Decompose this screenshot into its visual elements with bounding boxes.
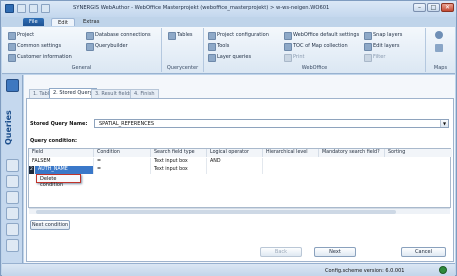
ribbon-group-weboffice: Project configuration Tools Layer querie… (204, 28, 426, 72)
sidebar-edit-icon[interactable] (6, 191, 19, 204)
ribbon-snap-layers-button[interactable]: Snap layers (364, 31, 402, 40)
stored-query-name-value: SPATIAL_REFERENCES (99, 121, 155, 127)
ribbon-print-button[interactable]: Print (284, 53, 305, 62)
quick-access-dropdown-icon[interactable] (41, 4, 50, 13)
ribbon: Project Common settings Customer informa… (2, 27, 455, 74)
maps-globe-icon[interactable] (435, 31, 443, 39)
sidebar-layers-icon[interactable] (6, 175, 19, 188)
ribbon-weboffice-default-settings-button[interactable]: WebOffice default settings (284, 31, 359, 40)
cell-field[interactable]: FALSEM (29, 158, 94, 166)
scrollbar-thumb[interactable] (36, 210, 396, 214)
menu-edit[interactable]: Edit (51, 18, 76, 26)
cell-search-type[interactable]: Text input box (151, 158, 207, 166)
horizontal-scrollbar[interactable] (29, 208, 450, 214)
chevron-down-icon[interactable]: ▼ (440, 120, 448, 127)
ribbon-tables-button[interactable]: Tables (168, 31, 193, 40)
cell-field-selected[interactable]: AUTH_NAME (35, 166, 94, 174)
status-bar: Config.scheme version: 6.0.001 (2, 263, 455, 276)
ribbon-querybuilder-button[interactable]: Querybuilder (86, 42, 128, 51)
close-button[interactable]: ✕ (441, 3, 454, 12)
ribbon-edit-layers-button[interactable]: Edit layers (364, 42, 399, 51)
window-title: SYNERGIS WebAuthor - WebOffice Masterpro… (73, 5, 330, 11)
ribbon-group-maps: Maps (426, 28, 455, 72)
sidebar-title: Queries (4, 110, 13, 145)
ribbon-group-weboffice-label: WebOffice (301, 65, 328, 71)
context-menu: Delete condition (36, 174, 81, 188)
next-button[interactable]: Next (314, 247, 356, 257)
config-version-text: Config.scheme version: 6.0.001 (325, 268, 405, 274)
cell-logical[interactable] (207, 166, 263, 174)
app-logo-icon (5, 4, 14, 13)
ribbon-database-connections-button[interactable]: Database connections (86, 31, 151, 40)
ribbon-toc-map-collection-button[interactable]: TOC of Map collection (284, 42, 348, 51)
cell-condition[interactable]: = (94, 166, 151, 174)
ribbon-filter-button[interactable]: Filter (364, 53, 385, 62)
column-header-mandatory[interactable]: Mandatory search field? (319, 149, 385, 157)
menu-extras[interactable]: Extras (77, 18, 105, 26)
cell-condition[interactable]: = (94, 158, 151, 166)
cell-logical[interactable]: AND (207, 158, 263, 166)
maps-settings-icon[interactable] (435, 44, 443, 52)
ribbon-customer-information-button[interactable]: Customer information (8, 53, 72, 62)
status-ok-icon (439, 266, 447, 274)
column-header-level[interactable]: Hierarchical level (263, 149, 319, 157)
left-sidebar: Queries (2, 75, 23, 263)
next-condition-button[interactable]: Next condition (30, 220, 70, 230)
tab-stored-query[interactable]: 2. Stored Query (49, 88, 97, 98)
condition-grid[interactable]: Field Condition Search field type Logica… (28, 148, 452, 208)
tab-finish[interactable]: 4. Finish (130, 89, 159, 98)
stored-query-name-combo[interactable]: SPATIAL_REFERENCES ▼ (94, 119, 449, 128)
sidebar-tools-icon[interactable] (6, 223, 19, 236)
sidebar-projects-icon[interactable] (6, 159, 19, 172)
sidebar-search-icon[interactable] (6, 207, 19, 220)
back-button[interactable]: Back (260, 247, 302, 257)
ribbon-tools-button[interactable]: Tools (208, 42, 229, 51)
ribbon-group-maps-label: Maps (433, 65, 448, 71)
stored-query-name-label: Stored Query Name: (30, 121, 88, 127)
sidebar-more-icon[interactable] (6, 239, 19, 252)
undo-icon[interactable] (29, 4, 38, 13)
column-header-field[interactable]: Field (29, 149, 94, 157)
column-header-sorting[interactable]: Sorting (385, 149, 452, 157)
maximize-button[interactable]: □ (427, 3, 440, 12)
cancel-button[interactable]: Cancel (401, 247, 446, 257)
app-window: SYNERGIS WebAuthor - WebOffice Masterpro… (0, 0, 457, 276)
ribbon-layer-queries-button[interactable]: Layer queries (208, 53, 251, 62)
minimize-button[interactable]: – (413, 3, 426, 12)
column-header-search-type[interactable]: Search field type (151, 149, 207, 157)
ribbon-group-querycenter-label: Querycenter (166, 65, 199, 71)
delete-condition-menu-item[interactable]: Delete condition (40, 176, 80, 188)
ribbon-common-settings-button[interactable]: Common settings (8, 42, 61, 51)
column-header-condition[interactable]: Condition (94, 149, 151, 157)
ribbon-project-configuration-button[interactable]: Project configuration (208, 31, 269, 40)
title-bar: SYNERGIS WebAuthor - WebOffice Masterpro… (1, 1, 456, 17)
menu-file[interactable]: File (23, 18, 44, 26)
save-icon[interactable] (17, 4, 26, 13)
query-condition-label: Query condition: (30, 138, 78, 144)
column-header-logical[interactable]: Logical operator (207, 149, 263, 157)
cell-search-type[interactable]: Text input box (151, 166, 207, 174)
sidebar-top-icon[interactable] (6, 79, 19, 92)
ribbon-project-button[interactable]: Project (8, 31, 34, 40)
ribbon-group-general: Project Common settings Customer informa… (2, 28, 162, 72)
ribbon-group-general-label: General (71, 65, 92, 71)
menu-bar: File Edit Extras (1, 17, 456, 27)
ribbon-group-querycenter: Tables Querycenter (162, 28, 204, 72)
